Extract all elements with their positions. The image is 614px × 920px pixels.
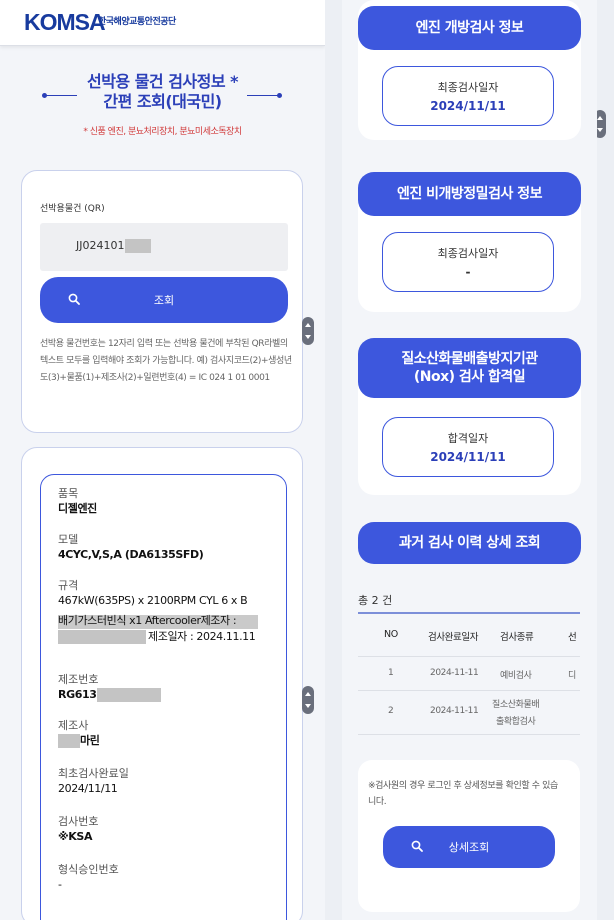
pill-value: 2024/11/11	[430, 99, 506, 113]
masked-text	[125, 239, 152, 253]
product-info-card: 품목 디젤엔진 모델 4CYC,V,S,A (DA6135SFD) 규격 467…	[21, 447, 303, 920]
row-divider	[358, 656, 580, 657]
field-serial: 제조번호 RG613	[58, 673, 162, 703]
field-value: 2024/11/11	[58, 782, 118, 795]
search-button[interactable]: 조회	[40, 277, 288, 323]
field-label: 모델	[58, 533, 79, 546]
field-model: 모델 4CYC,V,S,A (DA6135SFD)	[58, 533, 204, 563]
pill-value: -	[465, 265, 471, 279]
title-note: * 신품 엔진, 분뇨처리장치, 분뇨미세소독장치	[83, 127, 242, 137]
final-inspection-date-box: 최종검사일자 -	[382, 232, 554, 292]
field-label: 검사번호	[58, 815, 99, 828]
search-help-text: 선박용 물건번호는 12자리 입력 또는 선박용 물건에 부착된 QR라벨의 텍…	[40, 339, 292, 383]
pill-label: 합격일자	[447, 432, 489, 445]
page-title-line1: 선박용 물건 검사정보 *	[86, 72, 239, 91]
pill-label: 최종검사일자	[437, 247, 499, 260]
left-panel: KOMSA 한국해양교통안전공단 선박용 물건 검사정보 * 간편 조회(대국민…	[0, 0, 325, 920]
masked-text	[58, 630, 146, 644]
masked-text	[58, 734, 80, 748]
table-top-border	[358, 612, 580, 614]
cell-type-line1: 질소산화물배	[492, 700, 540, 710]
field-spec: 규격 467kW(635PS) x 2100RPM CYL 6 x B 배기가스…	[58, 579, 258, 645]
column-header-date: 검사완료일자	[428, 632, 479, 643]
pill-value: 2024/11/11	[430, 450, 506, 464]
field-label: 형식승인번호	[58, 863, 119, 876]
app-header: KOMSA 한국해양교통안전공단	[0, 0, 325, 46]
cell-type: 예비검사	[500, 671, 532, 681]
search-icon	[411, 840, 423, 852]
field-label: 제조번호	[58, 673, 99, 686]
spec-line2: 배기가스터빈식 x1 Aftercooler제조자 :	[58, 614, 237, 627]
detail-view-button-label: 상세조회	[448, 841, 490, 854]
field-label: 최초검사완료일	[58, 767, 129, 780]
cell-type-line2: 출확합검사	[496, 717, 536, 727]
spec-line3: 제조일자 : 2024.11.11	[148, 630, 256, 643]
scroll-handle-left-lower[interactable]	[302, 686, 314, 714]
field-inspection-number: 검사번호 ※KSA	[58, 815, 98, 845]
masked-text	[97, 688, 162, 702]
scroll-handle-left-upper[interactable]	[302, 317, 314, 345]
field-product: 품목 디젤엔진	[58, 487, 97, 517]
field-value: -	[58, 878, 62, 891]
right-panel: 엔진 개방검사 정보 최종검사일자 2024/11/11 엔진 비개방정밀검사 …	[342, 0, 597, 920]
field-value: 4CYC,V,S,A (DA6135SFD)	[58, 548, 204, 561]
detail-note: ※검사원의 경우 로그인 후 상세정보를 확인할 수 있습니다.	[368, 781, 558, 807]
field-value: ※KSA	[58, 830, 93, 843]
pass-date-box: 합격일자 2024/11/11	[382, 417, 554, 477]
field-type-approval: 형식승인번호 -	[58, 863, 119, 893]
spec-line1: 467kW(635PS) x 2100RPM CYL 6 x B	[58, 594, 248, 607]
search-icon	[68, 293, 80, 305]
search-button-label: 조회	[153, 294, 175, 307]
final-inspection-date-box: 최종검사일자 2024/11/11	[382, 66, 554, 126]
detail-view-button[interactable]: 상세조회	[383, 826, 555, 868]
cell-date: 2024-11-11	[430, 668, 479, 678]
section-heading: 엔진 비개방정밀검사 정보	[358, 172, 581, 216]
komsa-logo[interactable]: KOMSA	[24, 9, 106, 36]
qr-label: 선박용물건 (QR)	[40, 204, 105, 214]
page-title-line2: 간편 조회(대국민)	[103, 92, 222, 111]
search-card: 선박용물건 (QR) JJ024101 조회 선박용 물건번호는 12자리 입력…	[21, 170, 303, 433]
page-title: 선박용 물건 검사정보 * 간편 조회(대국민)	[0, 72, 325, 112]
section-heading-line1: 질소산화물배출방지기관	[401, 351, 538, 367]
qr-input-value: JJ024101	[76, 239, 152, 253]
field-value: RG613	[58, 687, 162, 703]
section-heading: 엔진 개방검사 정보	[358, 6, 581, 50]
spec-line3-wrap: 제조일자 : 2024.11.11	[58, 629, 256, 645]
field-label: 제조사	[58, 719, 89, 732]
history-total: 총 2 건	[358, 594, 393, 607]
column-header-type: 검사종류	[500, 632, 534, 643]
field-label: 품목	[58, 487, 79, 500]
pill-label: 최종검사일자	[437, 81, 499, 94]
section-heading: 질소산화물배출방지기관 (Nox) 검사 합격일	[358, 338, 581, 398]
field-value: 마린	[58, 733, 100, 749]
org-name: 한국해양교통안전공단	[98, 17, 176, 27]
column-header-no: NO	[384, 629, 398, 640]
section-heading-line2: (Nox) 검사 합격일	[413, 369, 526, 385]
row-divider	[358, 690, 580, 691]
cell-no: 2	[388, 706, 394, 716]
spec-line2-wrap: 배기가스터빈식 x1 Aftercooler제조자 :	[58, 613, 258, 629]
field-label: 규격	[58, 579, 79, 592]
nox-inspection-card: 질소산화물배출방지기관 (Nox) 검사 합격일 합격일자 2024/11/11	[358, 338, 581, 495]
cell-date: 2024-11-11	[430, 706, 479, 716]
qr-input[interactable]: JJ024101	[40, 223, 288, 271]
history-heading: 과거 검사 이력 상세 조회	[358, 522, 581, 564]
field-maker: 제조사 마린	[58, 719, 100, 749]
cell-extra: 디	[568, 671, 576, 681]
product-info-box: 품목 디젤엔진 모델 4CYC,V,S,A (DA6135SFD) 규격 467…	[40, 474, 287, 920]
field-first-inspection: 최초검사완료일 2024/11/11	[58, 767, 129, 797]
row-divider	[358, 734, 580, 735]
field-value: 디젤엔진	[58, 502, 97, 515]
engine-open-inspection-card: 엔진 개방검사 정보 최종검사일자 2024/11/11	[358, 0, 581, 140]
engine-nonopen-inspection-card: 엔진 비개방정밀검사 정보 최종검사일자 -	[358, 172, 581, 312]
column-header-extra: 선	[568, 632, 577, 643]
cell-no: 1	[388, 668, 394, 678]
